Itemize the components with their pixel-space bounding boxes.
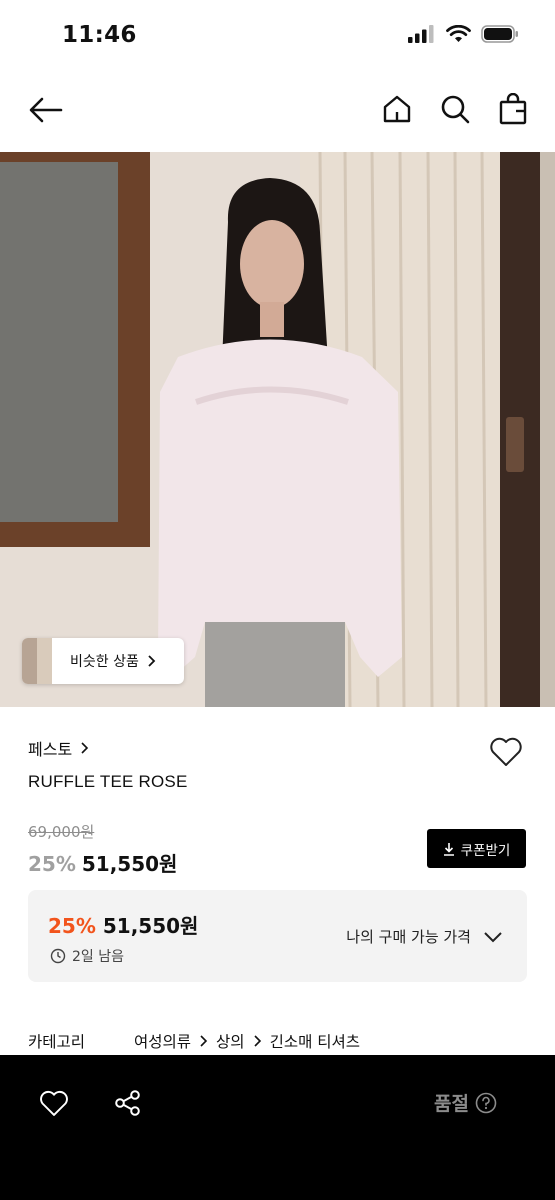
status-bar: 11:46 <box>0 0 555 72</box>
chevron-right-icon <box>200 1035 208 1047</box>
original-price: 69,000원 <box>28 823 95 841</box>
coupon-label: 쿠폰받기 <box>460 842 511 859</box>
similar-thumbnail <box>22 638 52 684</box>
chevron-right-icon <box>254 1035 261 1047</box>
brand-link[interactable]: 페스토 <box>28 736 89 760</box>
category-item[interactable]: 여성의류 <box>134 1030 191 1052</box>
download-icon <box>443 842 454 856</box>
my-price-row: 25% 51,550원 <box>48 910 198 939</box>
shopping-bag-icon <box>499 93 527 125</box>
search-icon <box>441 95 470 124</box>
discount-rate: 25% <box>28 852 76 876</box>
category-row: 카테고리 여성의류 상의 긴소매 티셔츠 <box>28 1030 360 1052</box>
my-price-link-label: 나의 구매 가능 가격 <box>346 928 471 946</box>
help-icon[interactable] <box>475 1092 497 1114</box>
nav-actions <box>379 90 531 128</box>
home-button[interactable] <box>379 90 415 128</box>
nav-bar <box>0 76 555 144</box>
my-price: 51,550원 <box>102 914 199 938</box>
cart-button[interactable] <box>495 90 531 128</box>
battery-icon <box>481 25 518 43</box>
bottom-bar: 품절 <box>0 1055 555 1200</box>
wifi-icon <box>446 25 471 42</box>
share-icon <box>115 1090 140 1116</box>
category-breadcrumb: 여성의류 상의 긴소매 티셔츠 <box>134 1030 360 1052</box>
brand-name: 페스토 <box>28 740 73 759</box>
heart-icon <box>490 737 522 766</box>
chevron-down-icon <box>484 931 502 942</box>
similar-products-button[interactable]: 비슷한 상품 <box>22 638 184 684</box>
bottom-like-button[interactable] <box>36 1085 72 1121</box>
my-discount-rate: 25% <box>48 914 96 938</box>
status-icons <box>408 25 519 43</box>
product-image[interactable]: 비슷한 상품 <box>0 152 555 707</box>
category-item[interactable]: 상의 <box>216 1030 245 1052</box>
back-button[interactable] <box>26 92 66 128</box>
my-price-link[interactable]: 나의 구매 가능 가격 <box>346 926 503 947</box>
share-button[interactable] <box>110 1085 146 1121</box>
category-label: 카테고리 <box>28 1033 86 1051</box>
my-price-box[interactable]: 25% 51,550원 2일 남음 나의 구매 가능 가격 <box>28 890 527 982</box>
status-time: 11:46 <box>62 22 137 48</box>
product-like-button[interactable] <box>487 734 525 770</box>
time-left: 2일 남음 <box>50 946 124 966</box>
similar-products-label: 비슷한 상품 <box>70 654 139 670</box>
search-button[interactable] <box>437 90 473 128</box>
category-item[interactable]: 긴소매 티셔츠 <box>270 1030 361 1052</box>
coupon-button[interactable]: 쿠폰받기 <box>427 829 526 868</box>
arrow-left-icon <box>29 97 63 123</box>
soldout-status: 품절 <box>434 1089 497 1116</box>
chevron-right-icon <box>81 742 89 754</box>
chevron-right-icon <box>148 655 156 667</box>
clock-icon <box>50 948 66 964</box>
soldout-label: 품절 <box>434 1093 469 1115</box>
heart-icon <box>40 1090 68 1116</box>
product-name: RUFFLE TEE ROSE <box>28 772 188 791</box>
time-left-label: 2일 남음 <box>72 949 124 965</box>
sale-price: 51,550원 <box>81 852 178 876</box>
price-row: 25% 51,550원 <box>28 848 177 877</box>
product-photo <box>0 152 555 707</box>
signal-icon <box>408 25 434 43</box>
home-icon <box>383 95 411 123</box>
